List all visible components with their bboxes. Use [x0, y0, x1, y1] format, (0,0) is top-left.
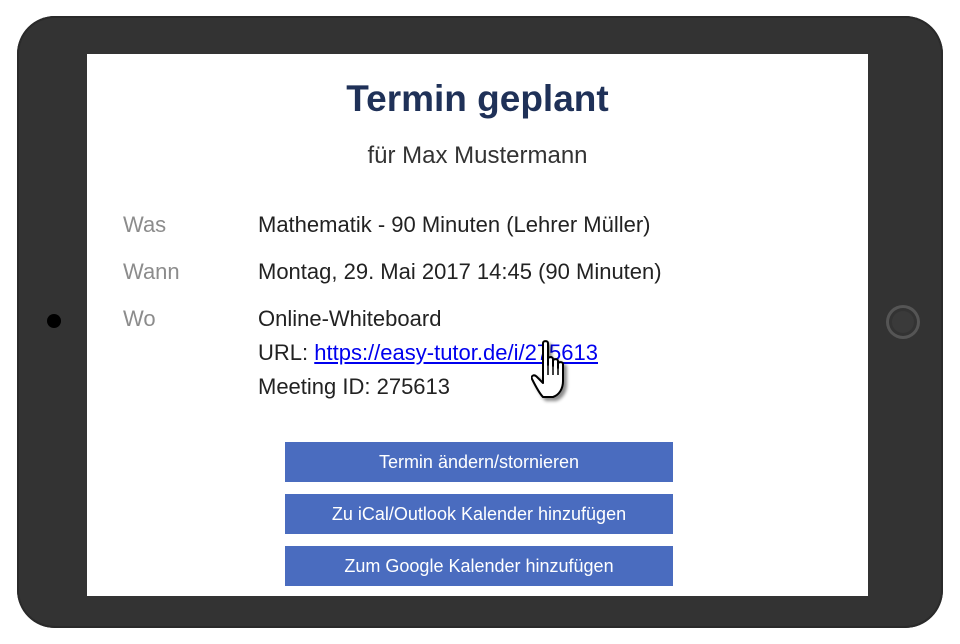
camera-dot — [47, 314, 61, 328]
page-subtitle: für Max Mustermann — [367, 142, 588, 169]
add-ical-outlook-button[interactable]: Zu iCal/Outlook Kalender hinzufügen — [285, 494, 673, 534]
when-label: Wann — [123, 259, 180, 284]
add-google-calendar-button[interactable]: Zum Google Kalender hinzufügen — [285, 546, 673, 586]
what-value: Mathematik - 90 Minuten (Lehrer Müller) — [258, 212, 651, 237]
hand-pointer-icon — [531, 340, 564, 398]
change-cancel-button[interactable]: Termin ändern/stornieren — [285, 442, 673, 482]
home-button[interactable] — [886, 305, 920, 339]
page-title: Termin geplant — [346, 78, 609, 119]
where-value: Online-Whiteboard — [258, 306, 442, 331]
what-label: Was — [123, 212, 167, 237]
meeting-id: Meeting ID: 275613 — [258, 374, 451, 399]
when-value: Montag, 29. Mai 2017 14:45 (90 Minuten) — [258, 259, 662, 284]
where-label: Wo — [123, 306, 156, 331]
screen: Termin geplant für Max Mustermann Was Ma… — [87, 54, 868, 596]
url-prefix: URL: — [258, 340, 315, 365]
